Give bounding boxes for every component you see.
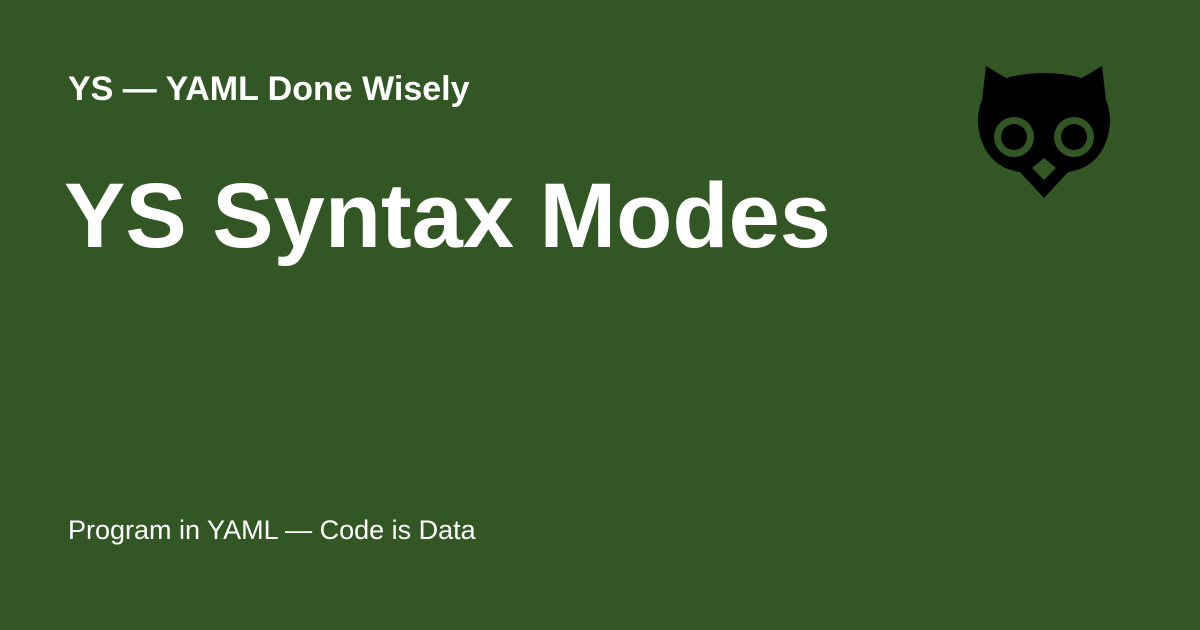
site-name: YS — YAML Done Wisely bbox=[68, 70, 470, 108]
owl-left-eye-inner bbox=[1001, 124, 1027, 150]
tagline: Program in YAML — Code is Data bbox=[68, 515, 476, 545]
owl-icon bbox=[978, 66, 1110, 198]
page-title: YS Syntax Modes bbox=[64, 165, 831, 267]
owl-right-eye-inner bbox=[1061, 124, 1087, 150]
